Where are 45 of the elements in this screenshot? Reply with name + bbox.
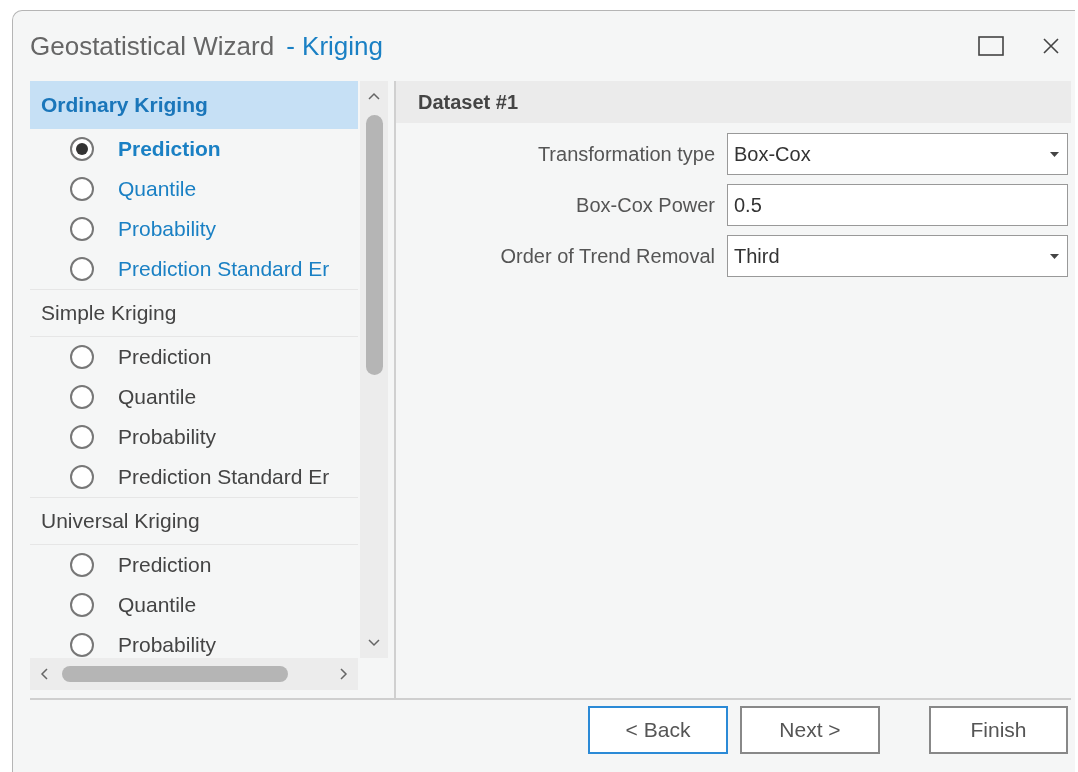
wizard-button[interactable]: Next > xyxy=(740,706,880,754)
radio-button[interactable] xyxy=(70,345,94,369)
radio-button[interactable] xyxy=(70,593,94,617)
vertical-scrollbar[interactable] xyxy=(360,81,388,658)
close-icon[interactable] xyxy=(1042,37,1060,55)
radio-button[interactable] xyxy=(70,137,94,161)
option-label[interactable]: Prediction Standard Er xyxy=(118,257,330,281)
window-subtitle: - Kriging xyxy=(286,30,384,62)
option-label[interactable]: Quantile xyxy=(118,385,197,409)
horizontal-scrollbar[interactable] xyxy=(30,658,358,690)
wizard-button[interactable]: Finish xyxy=(929,706,1068,754)
scrollbar-thumb[interactable] xyxy=(365,115,383,375)
caret-icon xyxy=(1050,253,1059,259)
dropdown-field[interactable]: Third xyxy=(727,235,1068,277)
option-label[interactable]: Probability xyxy=(118,217,217,241)
group-header[interactable]: Universal Kriging xyxy=(30,497,358,545)
group-header[interactable]: Ordinary Kriging xyxy=(30,81,358,129)
option-label[interactable]: Prediction xyxy=(118,137,221,161)
option-label[interactable]: Prediction Standard Er xyxy=(118,465,330,489)
option-label[interactable]: Prediction xyxy=(118,553,212,577)
option-label[interactable]: Quantile xyxy=(118,593,197,617)
field-label: Order of Trend Removal xyxy=(499,244,716,268)
field-label: Box-Cox Power xyxy=(575,193,716,217)
field-label: Transformation type xyxy=(536,142,716,166)
radio-button[interactable] xyxy=(70,553,94,577)
radio-button[interactable] xyxy=(70,465,94,489)
radio-button[interactable] xyxy=(70,633,94,657)
caret-icon xyxy=(1050,151,1059,157)
group-header[interactable]: Simple Kriging xyxy=(30,289,358,337)
option-label[interactable]: Probability xyxy=(118,633,217,657)
input-field[interactable]: 0.5 xyxy=(727,184,1068,226)
radio-button[interactable] xyxy=(70,177,94,201)
panel-header: Dataset #1 xyxy=(396,81,1071,123)
radio-button[interactable] xyxy=(70,385,94,409)
maximize-icon[interactable] xyxy=(978,36,1004,56)
radio-button[interactable] xyxy=(70,425,94,449)
option-label[interactable]: Prediction xyxy=(118,345,212,369)
radio-button[interactable] xyxy=(70,217,94,241)
window-title: Geostatistical Wizard xyxy=(30,30,275,62)
dropdown-field[interactable]: Box-Cox xyxy=(727,133,1068,175)
option-label[interactable]: Probability xyxy=(118,425,217,449)
wizard-button[interactable]: < Back xyxy=(588,706,728,754)
radio-button[interactable] xyxy=(70,257,94,281)
option-label[interactable]: Quantile xyxy=(118,177,197,201)
scrollbar-thumb[interactable] xyxy=(62,666,288,682)
